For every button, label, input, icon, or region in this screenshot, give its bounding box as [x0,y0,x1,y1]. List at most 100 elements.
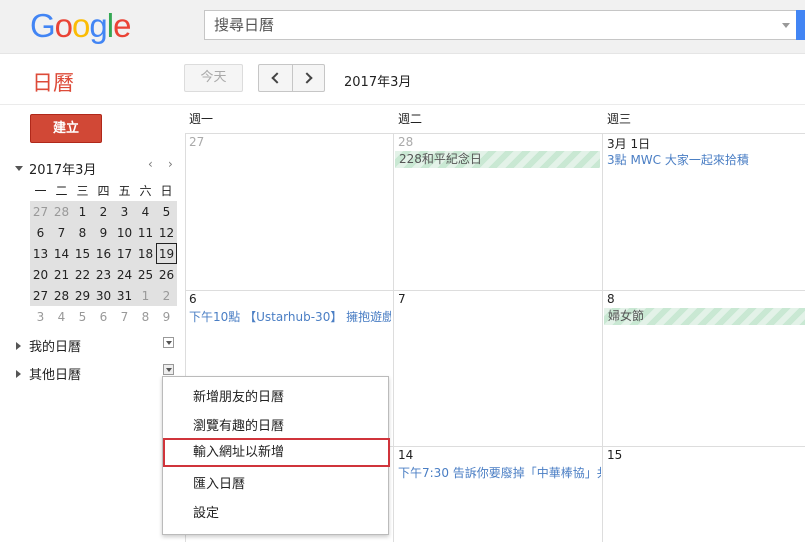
mini-day[interactable]: 28 [51,201,72,222]
grid-line [185,290,805,291]
logo-letter: o [72,7,90,44]
day-number[interactable]: 27 [189,135,204,149]
mini-day[interactable]: 4 [135,201,156,222]
collapse-icon [15,166,23,171]
weekday-header: 週二 [398,112,423,126]
other-calendars-menu: 新增朋友的日曆 瀏覽有趣的日曆 輸入網址以新增 匯入日曆 設定 [162,376,390,535]
mini-day[interactable]: 21 [51,264,72,285]
my-calendars-menu-icon[interactable] [163,337,174,348]
top-bar: Google [0,0,805,54]
mini-day[interactable]: 4 [51,306,72,327]
mini-day[interactable]: 30 [93,285,114,306]
mini-day[interactable]: 27 [30,201,51,222]
mini-day[interactable]: 6 [93,306,114,327]
day-number[interactable]: 15 [607,448,622,462]
weekday-label: 二 [55,184,68,198]
mini-day[interactable]: 1 [135,285,156,306]
mini-day[interactable]: 24 [114,264,135,285]
calendar-app: Google 日曆 今天 2017年3月 建立 2017年3月 ‹ › 一 二 … [0,0,805,542]
mini-day[interactable]: 17 [114,243,135,264]
mini-day[interactable]: 10 [114,222,135,243]
mini-day[interactable]: 3 [30,306,51,327]
next-button[interactable] [291,65,325,91]
grid-line [602,133,603,542]
mini-day[interactable]: 26 [156,264,177,285]
event-item[interactable]: 下午10點 【Ustarhub-30】 擁抱遊戲化 [189,308,391,325]
event-item[interactable]: 下午7:30 告訴你要廢掉「中華棒協」共 [398,464,601,481]
weekday-header: 週一 [189,112,214,126]
mini-day[interactable]: 18 [135,243,156,264]
mini-next-button[interactable]: › [168,157,173,171]
logo-letter: o [54,7,73,44]
menu-item-browse[interactable]: 瀏覽有趣的日曆 [163,412,388,441]
mini-day-today[interactable]: 19 [156,243,177,264]
event-chip[interactable]: 婦女節 [604,308,805,325]
search-input[interactable] [205,11,765,39]
other-calendars-toggle[interactable]: 其他日曆 [16,364,81,383]
mini-day[interactable]: 14 [51,243,72,264]
mini-day[interactable]: 11 [135,222,156,243]
other-calendars-menu-icon[interactable] [163,364,174,375]
my-calendars-label: 我的日曆 [29,340,82,355]
mini-day[interactable]: 12 [156,222,177,243]
mini-day[interactable]: 13 [30,243,51,264]
mini-day[interactable]: 5 [156,201,177,222]
day-number[interactable]: 7 [398,292,406,306]
search-options-icon[interactable] [782,23,790,28]
day-number[interactable]: 6 [189,292,197,306]
google-logo[interactable]: Google [30,7,131,45]
mini-prev-button[interactable]: ‹ [148,157,153,171]
mini-day[interactable]: 5 [72,306,93,327]
mini-day[interactable]: 28 [51,285,72,306]
prev-button[interactable] [259,65,292,91]
mini-day[interactable]: 2 [156,285,177,306]
search-button[interactable] [796,10,805,40]
weekday-label: 一 [34,184,47,198]
chevron-right-icon [301,72,313,84]
weekday-label: 日 [160,184,173,198]
mini-day[interactable]: 31 [114,285,135,306]
menu-item-import[interactable]: 匯入日曆 [163,470,388,499]
mini-calendar: 一 二 三 四 五 六 日 27 28 1 2 3 4 5 6 7 8 9 10… [30,180,177,327]
mini-day[interactable]: 8 [135,306,156,327]
mini-day[interactable]: 1 [72,201,93,222]
my-calendars-toggle[interactable]: 我的日曆 [16,336,81,355]
mini-day[interactable]: 29 [72,285,93,306]
menu-item-settings[interactable]: 設定 [163,499,388,528]
mini-day[interactable]: 27 [30,285,51,306]
menu-item-add-by-url[interactable]: 輸入網址以新增 [163,438,390,467]
event-chip[interactable]: 228和平紀念日 [395,151,600,168]
event-item[interactable]: 3點 MWC 大家一起來拾積 [607,151,803,168]
mini-day[interactable]: 22 [72,264,93,285]
mini-day[interactable]: 9 [93,222,114,243]
mini-day[interactable]: 16 [93,243,114,264]
mini-day[interactable]: 15 [72,243,93,264]
mini-day[interactable]: 2 [93,201,114,222]
day-number[interactable]: 14 [398,448,413,462]
day-number[interactable]: 3月 1日 [607,135,650,152]
mini-day[interactable]: 9 [156,306,177,327]
mini-day[interactable]: 7 [114,306,135,327]
mini-day[interactable]: 23 [93,264,114,285]
day-number[interactable]: 8 [607,292,615,306]
create-button[interactable]: 建立 [30,114,102,143]
day-number[interactable]: 28 [398,135,413,149]
mini-day[interactable]: 3 [114,201,135,222]
mini-day[interactable]: 20 [30,264,51,285]
mini-calendar-header[interactable]: 2017年3月 [15,159,96,178]
logo-letter: e [113,7,131,44]
other-calendars-label: 其他日曆 [29,368,82,383]
mini-day[interactable]: 25 [135,264,156,285]
weekday-label: 五 [118,184,131,198]
expand-icon [16,369,21,378]
mini-day[interactable]: 6 [30,222,51,243]
weekday-label: 三 [76,184,89,198]
expand-icon [16,341,21,350]
mini-day[interactable]: 8 [72,222,93,243]
today-button[interactable]: 今天 [184,64,243,92]
menu-item-add-friend[interactable]: 新增朋友的日曆 [163,383,388,412]
grid-line [185,133,805,134]
mini-day[interactable]: 7 [51,222,72,243]
weekday-label: 四 [97,184,110,198]
logo-letter: G [30,7,56,44]
